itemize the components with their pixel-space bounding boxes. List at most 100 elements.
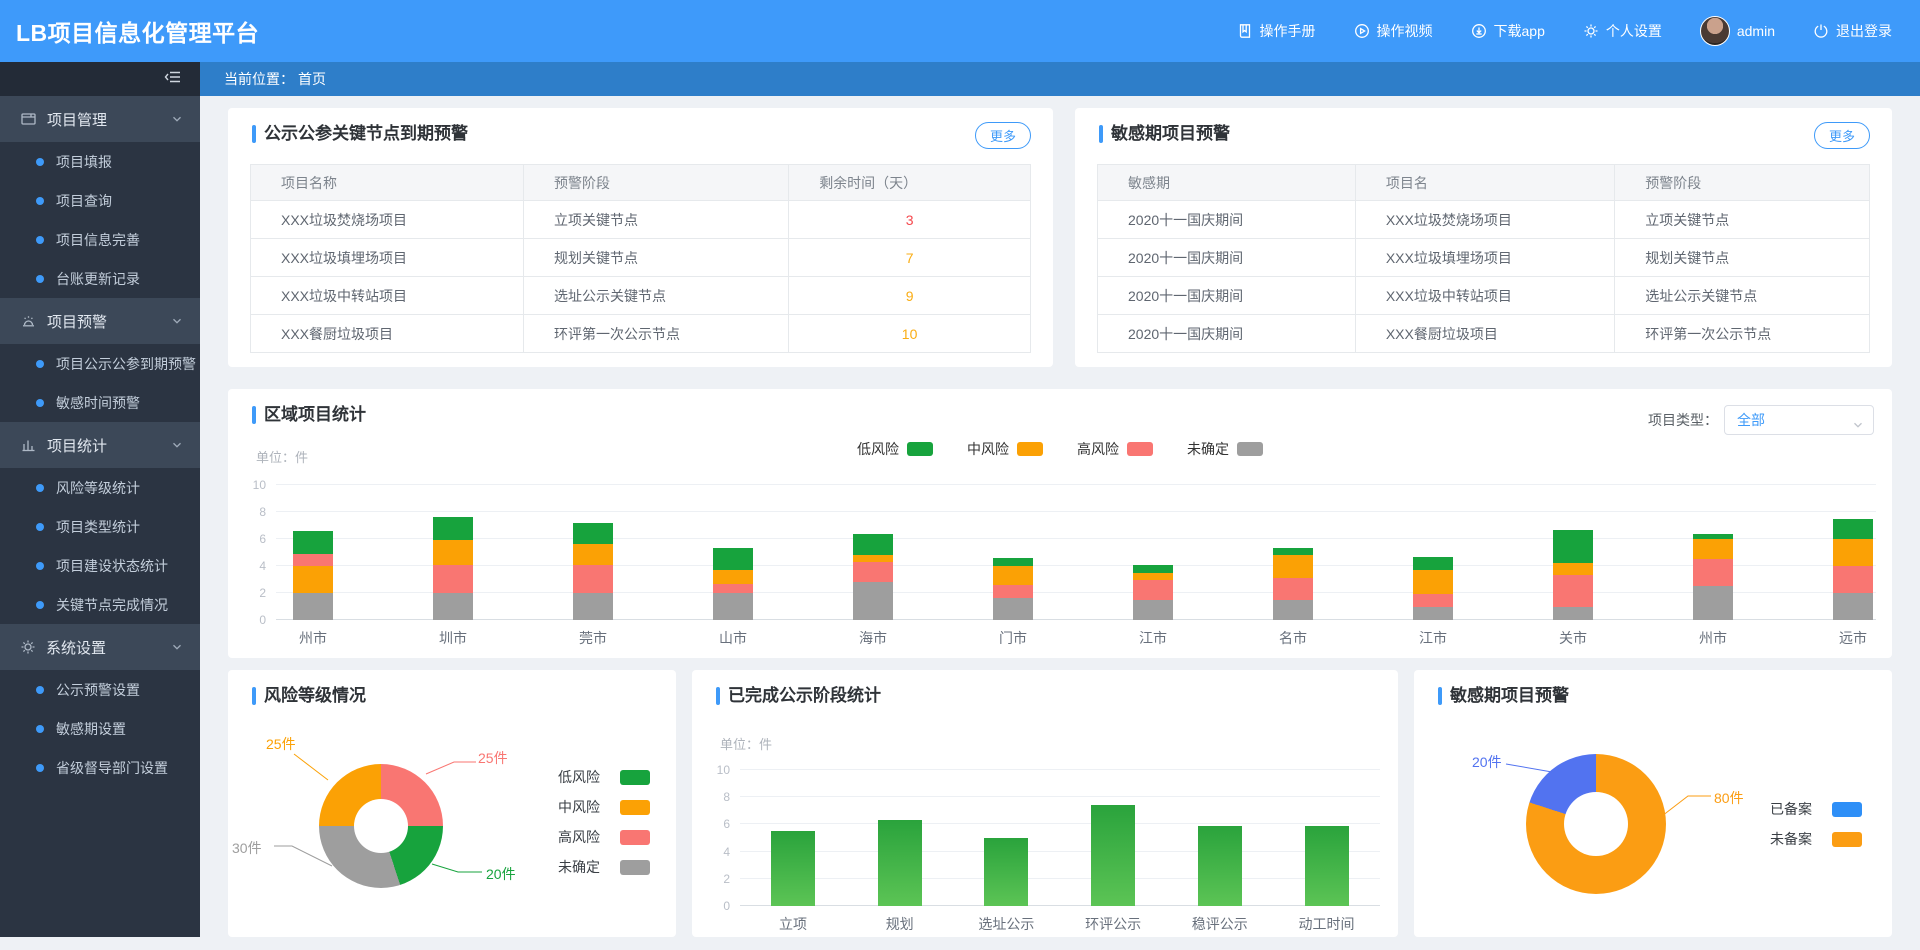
y-axis-tick: 8 (723, 790, 730, 805)
gear-icon (1583, 23, 1599, 39)
topnav-item-3[interactable]: 个人设置 (1583, 21, 1662, 41)
topnav-item-0[interactable]: 操作手册 (1237, 21, 1316, 41)
donut-hole (354, 799, 408, 853)
node-warning-more-button[interactable]: 更多 (974, 122, 1031, 149)
breadcrumb-prefix: 当前位置： (224, 71, 294, 87)
bar-segment-mid (573, 544, 613, 565)
column-header: 剩余时间（天） (788, 164, 1031, 201)
x-axis-label: 莞市 (579, 630, 607, 646)
bar-segment-mid (1273, 555, 1313, 579)
topnav-item-2[interactable]: 下载app (1471, 21, 1545, 41)
legend-item[interactable]: 中风险 (967, 439, 1043, 459)
sidebar-item-1-0[interactable]: 项目公示公参到期预警 (0, 344, 200, 383)
gridline (276, 538, 1876, 539)
sidebar-section-label: 项目管理 (47, 111, 108, 129)
bar-segment-high (1833, 566, 1873, 593)
cell-project-name: XXX餐厨垃圾项目 (250, 314, 524, 353)
sidebar-item-2-0[interactable]: 风险等级统计 (0, 468, 200, 507)
table-row: XXX垃圾中转站项目 选址公示关键节点 9 (250, 276, 1031, 315)
sensitive-warning-table: 敏感期 项目名 预警阶段 2020十一国庆期间 XXX垃圾焚烧场项目 立项关键节点 2020… (1097, 164, 1870, 353)
gridline (740, 905, 1380, 906)
top-nav: 操作手册 操作视频 下载app 个人设置 admin 退出登录 (1237, 16, 1892, 46)
region-stats-title: 区域项目统计 (252, 405, 366, 425)
callout-label: 80件 (1714, 790, 1744, 806)
sidebar-item-0-0[interactable]: 项目填报 (0, 142, 200, 181)
filed-legend: 已备案 未备案 (1770, 794, 1862, 854)
topnav-item-label: admin (1736, 23, 1775, 39)
bar-segment-mid (713, 570, 753, 584)
gridline (276, 619, 1876, 620)
legend-swatch (907, 442, 933, 456)
legend-item[interactable]: 未确定 (558, 852, 650, 882)
x-axis-label: 名市 (1279, 630, 1307, 646)
x-axis-label: 选址公示 (978, 916, 1035, 932)
sidebar-section-1[interactable]: 项目预警 (0, 298, 200, 344)
gridline (276, 565, 1876, 566)
sidebar-section-2[interactable]: 项目统计 (0, 422, 200, 468)
bar-segment-mid (1833, 539, 1873, 566)
sidebar-collapse-button[interactable] (0, 62, 200, 96)
sidebar-item-3-1[interactable]: 敏感期设置 (0, 709, 200, 748)
bar-segment-high (1413, 594, 1453, 607)
sidebar-section-3[interactable]: 系统设置 (0, 624, 200, 670)
breadcrumb-current[interactable]: 首页 (298, 69, 326, 89)
sidebar-item-label: 项目建设状态统计 (56, 557, 168, 574)
x-axis-label: 规划 (885, 916, 914, 932)
topnav-item-5[interactable]: 退出登录 (1813, 21, 1892, 41)
sidebar-item-0-3[interactable]: 台账更新记录 (0, 259, 200, 298)
chevron-down-icon (170, 640, 184, 654)
legend-label: 已备案 (1770, 801, 1812, 817)
bar-segment-low (993, 557, 1033, 566)
bar-segment-mid (433, 540, 473, 565)
sidebar-item-2-2[interactable]: 项目建设状态统计 (0, 546, 200, 585)
legend-item[interactable]: 低风险 (857, 439, 933, 459)
cell-remaining-days: 10 (788, 314, 1031, 353)
callout-label: 20件 (1472, 754, 1502, 770)
bar-segment-mid (993, 566, 1033, 585)
bar-segment-high (853, 561, 893, 583)
cell-warning-stage: 选址公示关键节点 (522, 276, 790, 315)
legend-item[interactable]: 高风险 (558, 822, 650, 852)
risk-legend: 低风险 中风险 高风险 未确定 (558, 762, 650, 882)
bar-segment-low (1133, 564, 1173, 573)
legend-item[interactable]: 中风险 (558, 792, 650, 822)
sidebar-item-label: 敏感期设置 (56, 720, 126, 737)
download-icon (1471, 23, 1487, 39)
sidebar-item-1-1[interactable]: 敏感时间预警 (0, 383, 200, 422)
sidebar-item-0-1[interactable]: 项目查询 (0, 181, 200, 220)
legend-item[interactable]: 已备案 (1770, 794, 1862, 824)
sidebar-item-3-0[interactable]: 公示预警设置 (0, 670, 200, 709)
cell-project-name: XXX餐厨垃圾项目 (1354, 314, 1616, 353)
x-axis-label: 关市 (1559, 630, 1587, 646)
legend-item[interactable]: 未备案 (1770, 824, 1862, 854)
topnav-item-1[interactable]: 操作视频 (1354, 21, 1433, 41)
y-axis-tick: 4 (723, 844, 730, 859)
bar-segment-unknown (1273, 599, 1313, 620)
bullet-dot (36, 157, 44, 166)
bullet-dot (36, 685, 44, 694)
sidebar-item-2-1[interactable]: 项目类型统计 (0, 507, 200, 546)
callout-label: 25件 (266, 736, 296, 752)
column-header: 预警阶段 (1614, 164, 1870, 201)
sidebar-section-label: 系统设置 (46, 639, 107, 657)
cell-warning-stage: 选址公示关键节点 (1614, 276, 1870, 315)
legend-item[interactable]: 低风险 (558, 762, 650, 792)
project-type-select[interactable]: 全部 (1724, 405, 1874, 435)
sidebar-item-0-2[interactable]: 项目信息完善 (0, 220, 200, 259)
x-axis-label: 海市 (859, 630, 887, 646)
bullet-dot (36, 483, 44, 492)
cell-remaining-days: 7 (788, 238, 1031, 277)
sidebar-item-3-2[interactable]: 省级督导部门设置 (0, 748, 200, 787)
legend-item[interactable]: 未确定 (1187, 439, 1263, 459)
video-icon (1354, 23, 1370, 39)
topnav-item-4[interactable]: admin (1699, 16, 1775, 46)
sidebar-item-label: 项目填报 (56, 153, 112, 170)
app-title: LB项目信息化管理平台 (16, 20, 260, 46)
sensitive-warning-more-button[interactable]: 更多 (1813, 122, 1870, 149)
sidebar-section-0[interactable]: 项目管理 (0, 96, 200, 142)
legend-item[interactable]: 高风险 (1077, 439, 1153, 459)
column-header: 项目名 (1354, 164, 1616, 201)
sidebar-item-2-3[interactable]: 关键节点完成情况 (0, 585, 200, 624)
legend-swatch (1237, 442, 1263, 456)
sidebar-section-label: 项目统计 (47, 437, 108, 455)
